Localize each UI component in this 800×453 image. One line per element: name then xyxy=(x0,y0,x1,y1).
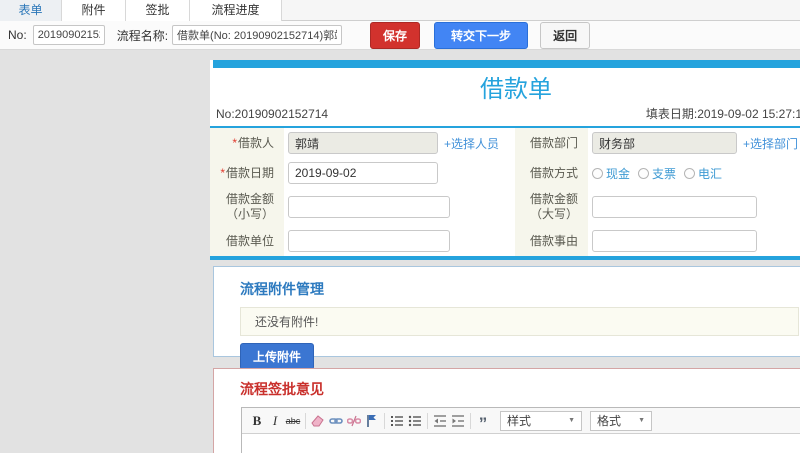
editor-content-area[interactable] xyxy=(242,434,800,453)
bottom-accent-bar xyxy=(210,256,800,260)
divider xyxy=(384,412,385,429)
link-icon[interactable] xyxy=(327,412,345,430)
tab-attachments[interactable]: 附件 xyxy=(62,0,126,21)
save-button[interactable]: 保存 xyxy=(370,21,421,49)
borrow-dept-input[interactable] xyxy=(592,132,737,154)
form-grid: *借款人 +选择人员 借款部门 +选择部门 *借款日期 借款方式 现金 支票 电… xyxy=(210,128,800,256)
amount-lowercase-input[interactable] xyxy=(288,196,450,218)
toolbar: No: 流程名称: 保存 转交下一步 返回 xyxy=(0,21,800,50)
radio-cash[interactable]: 现金 xyxy=(592,165,630,182)
amount-uppercase-input[interactable] xyxy=(592,196,757,218)
chevron-down-icon: ▼ xyxy=(568,417,575,424)
borrow-dept-label: 借款部门 xyxy=(515,128,588,158)
format-dropdown[interactable]: 格式 ▼ xyxy=(590,410,652,431)
tab-approval[interactable]: 签批 xyxy=(126,0,190,21)
unlink-icon[interactable] xyxy=(345,412,363,430)
upload-attachment-button[interactable]: 上传附件 xyxy=(240,343,315,370)
borrow-reason-label: 借款事由 xyxy=(515,226,588,256)
top-accent-bar xyxy=(213,60,800,68)
forward-next-step-button[interactable]: 转交下一步 xyxy=(434,21,529,49)
borrow-date-input[interactable] xyxy=(288,162,438,184)
borrower-label: * 借款人 xyxy=(210,128,284,158)
amount-uppercase-label: 借款金额（大写） xyxy=(515,188,588,226)
remove-format-icon[interactable] xyxy=(309,412,327,430)
attachment-heading: 流程附件管理 xyxy=(240,281,324,297)
ordered-list-icon[interactable] xyxy=(388,412,406,430)
bold-icon[interactable]: B xyxy=(248,412,266,430)
select-dept-link[interactable]: +选择部门 xyxy=(743,135,798,152)
no-input[interactable] xyxy=(32,25,105,45)
tab-form[interactable]: 表单 xyxy=(0,0,62,21)
select-person-link[interactable]: +选择人员 xyxy=(444,135,499,152)
bullet-list-icon[interactable] xyxy=(406,412,424,430)
form-title: 借款单 xyxy=(480,76,552,103)
outdent-icon[interactable] xyxy=(431,412,449,430)
chevron-down-icon: ▼ xyxy=(638,417,645,424)
no-attachment-notice: 还没有附件! xyxy=(240,307,799,336)
form-no-text: No:20190902152714 xyxy=(216,107,329,121)
flow-name-label: 流程名称: xyxy=(116,28,169,43)
tab-bar: 表单 附件 签批 流程进度 xyxy=(0,0,800,21)
radio-circle-icon xyxy=(684,167,696,179)
anchor-flag-icon[interactable] xyxy=(363,412,381,430)
divider xyxy=(470,412,471,429)
tab-progress[interactable]: 流程进度 xyxy=(190,0,282,21)
borrower-input[interactable] xyxy=(288,132,438,154)
radio-cheque[interactable]: 支票 xyxy=(638,165,676,182)
approval-panel: 流程签批意见 B I abc ” 样式 ▼ 格式 ▼ xyxy=(213,368,800,453)
amount-lowercase-label: 借款金额（小写） xyxy=(210,188,284,226)
rich-text-editor: B I abc ” 样式 ▼ 格式 ▼ xyxy=(241,407,800,453)
approval-heading: 流程签批意见 xyxy=(240,381,324,397)
borrow-unit-label: 借款单位 xyxy=(210,226,284,256)
divider xyxy=(305,412,306,429)
attachment-panel: 流程附件管理 还没有附件! 上传附件 xyxy=(213,266,800,370)
radio-wire[interactable]: 电汇 xyxy=(684,165,722,182)
back-button[interactable]: 返回 xyxy=(540,21,591,49)
borrow-unit-input[interactable] xyxy=(288,230,450,252)
no-label: No: xyxy=(8,28,27,42)
radio-circle-icon xyxy=(638,167,650,179)
editor-toolbar: B I abc ” 样式 ▼ 格式 ▼ xyxy=(242,408,800,434)
form-date-text: 填表日期:2019-09-02 15:27:1 xyxy=(645,107,800,121)
indent-icon[interactable] xyxy=(449,412,467,430)
flow-name-input[interactable] xyxy=(172,25,343,45)
borrow-reason-input[interactable] xyxy=(592,230,757,252)
strikethrough-icon[interactable]: abc xyxy=(284,412,302,430)
divider xyxy=(427,412,428,429)
style-dropdown[interactable]: 样式 ▼ xyxy=(500,410,582,431)
radio-circle-icon xyxy=(592,167,603,179)
blockquote-icon[interactable]: ” xyxy=(474,412,492,432)
borrow-method-label: 借款方式 xyxy=(515,158,588,188)
borrow-date-label: * 借款日期 xyxy=(210,158,284,188)
loan-form-panel: 借款单 No:20190902152714 填表日期:2019-09-02 15… xyxy=(210,60,800,260)
italic-icon[interactable]: I xyxy=(266,412,284,430)
